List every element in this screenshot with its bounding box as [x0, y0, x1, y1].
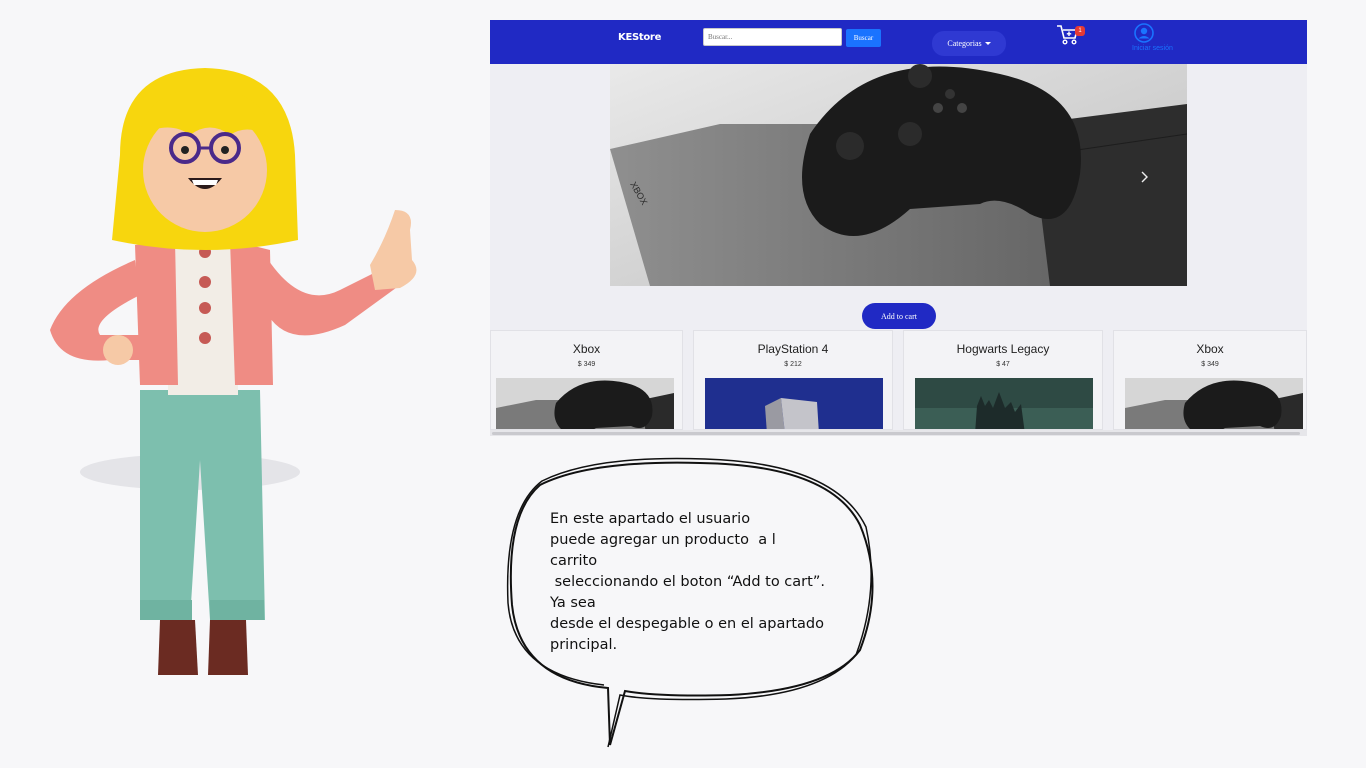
bubble-line: puede agregar un producto a l — [550, 532, 776, 548]
product-price: $ 349 — [577, 361, 596, 368]
bubble-line: Ya sea — [550, 595, 596, 611]
categories-label: Categorias — [947, 39, 982, 48]
product-card[interactable]: Xbox $ 349 — [1113, 330, 1307, 430]
caret-down-icon — [984, 42, 991, 45]
horizontal-scrollbar[interactable] — [490, 430, 1307, 436]
product-image-xbox — [1125, 378, 1303, 429]
product-card[interactable]: Xbox $ 349 — [490, 330, 683, 430]
hero-carousel: XBOX — [610, 64, 1187, 286]
bubble-line: En este apartado el usuario — [550, 511, 751, 527]
product-image-hogwarts — [915, 378, 1093, 429]
cart-count-badge: 1 — [1075, 26, 1085, 36]
bubble-line: seleccionando el boton “Add to cart”. — [550, 574, 825, 590]
bubble-line: carrito — [550, 553, 598, 569]
product-title: Xbox — [572, 342, 601, 356]
bubble-line: principal. — [550, 637, 618, 653]
product-price: $ 212 — [784, 361, 802, 368]
product-card[interactable]: Hogwarts Legacy $ 47 — [903, 330, 1103, 430]
bubble-line: desde el despegable o en el apartado — [550, 616, 824, 632]
product-image-xbox — [496, 378, 674, 429]
search-button[interactable]: Buscar — [846, 29, 881, 47]
speech-bubble-text: En este apartado el usuario puede agrega… — [550, 509, 850, 656]
product-price: $ 349 — [1201, 361, 1219, 368]
product-title: PlayStation 4 — [757, 342, 829, 356]
product-image-playstation — [705, 378, 883, 429]
login-link[interactable]: Iniciar sesión — [1132, 45, 1173, 52]
store-screenshot: KEStore Buscar Categorias 1 Iniciar sesi — [490, 20, 1307, 436]
user-icon[interactable] — [1134, 23, 1154, 43]
categories-dropdown-button[interactable]: Categorias — [932, 31, 1006, 56]
brand-logo[interactable]: KEStore — [618, 32, 661, 43]
product-list: Xbox $ 349 PlayStation 4 $ 212 Hogwarts … — [490, 330, 1307, 430]
character-illustration — [40, 60, 440, 690]
product-title: Hogwarts Legacy — [956, 342, 1050, 356]
add-to-cart-button[interactable]: Add to cart — [862, 303, 936, 329]
hero-xbox-image: XBOX — [610, 64, 1187, 286]
chevron-right-icon[interactable] — [1140, 170, 1150, 189]
product-price: $ 47 — [996, 361, 1010, 368]
navbar: KEStore Buscar Categorias 1 Iniciar sesi — [490, 20, 1307, 64]
product-title: Xbox — [1196, 342, 1224, 356]
search-input[interactable] — [703, 28, 842, 46]
product-card[interactable]: PlayStation 4 $ 212 — [693, 330, 893, 430]
scrollbar-thumb[interactable] — [492, 432, 1300, 435]
